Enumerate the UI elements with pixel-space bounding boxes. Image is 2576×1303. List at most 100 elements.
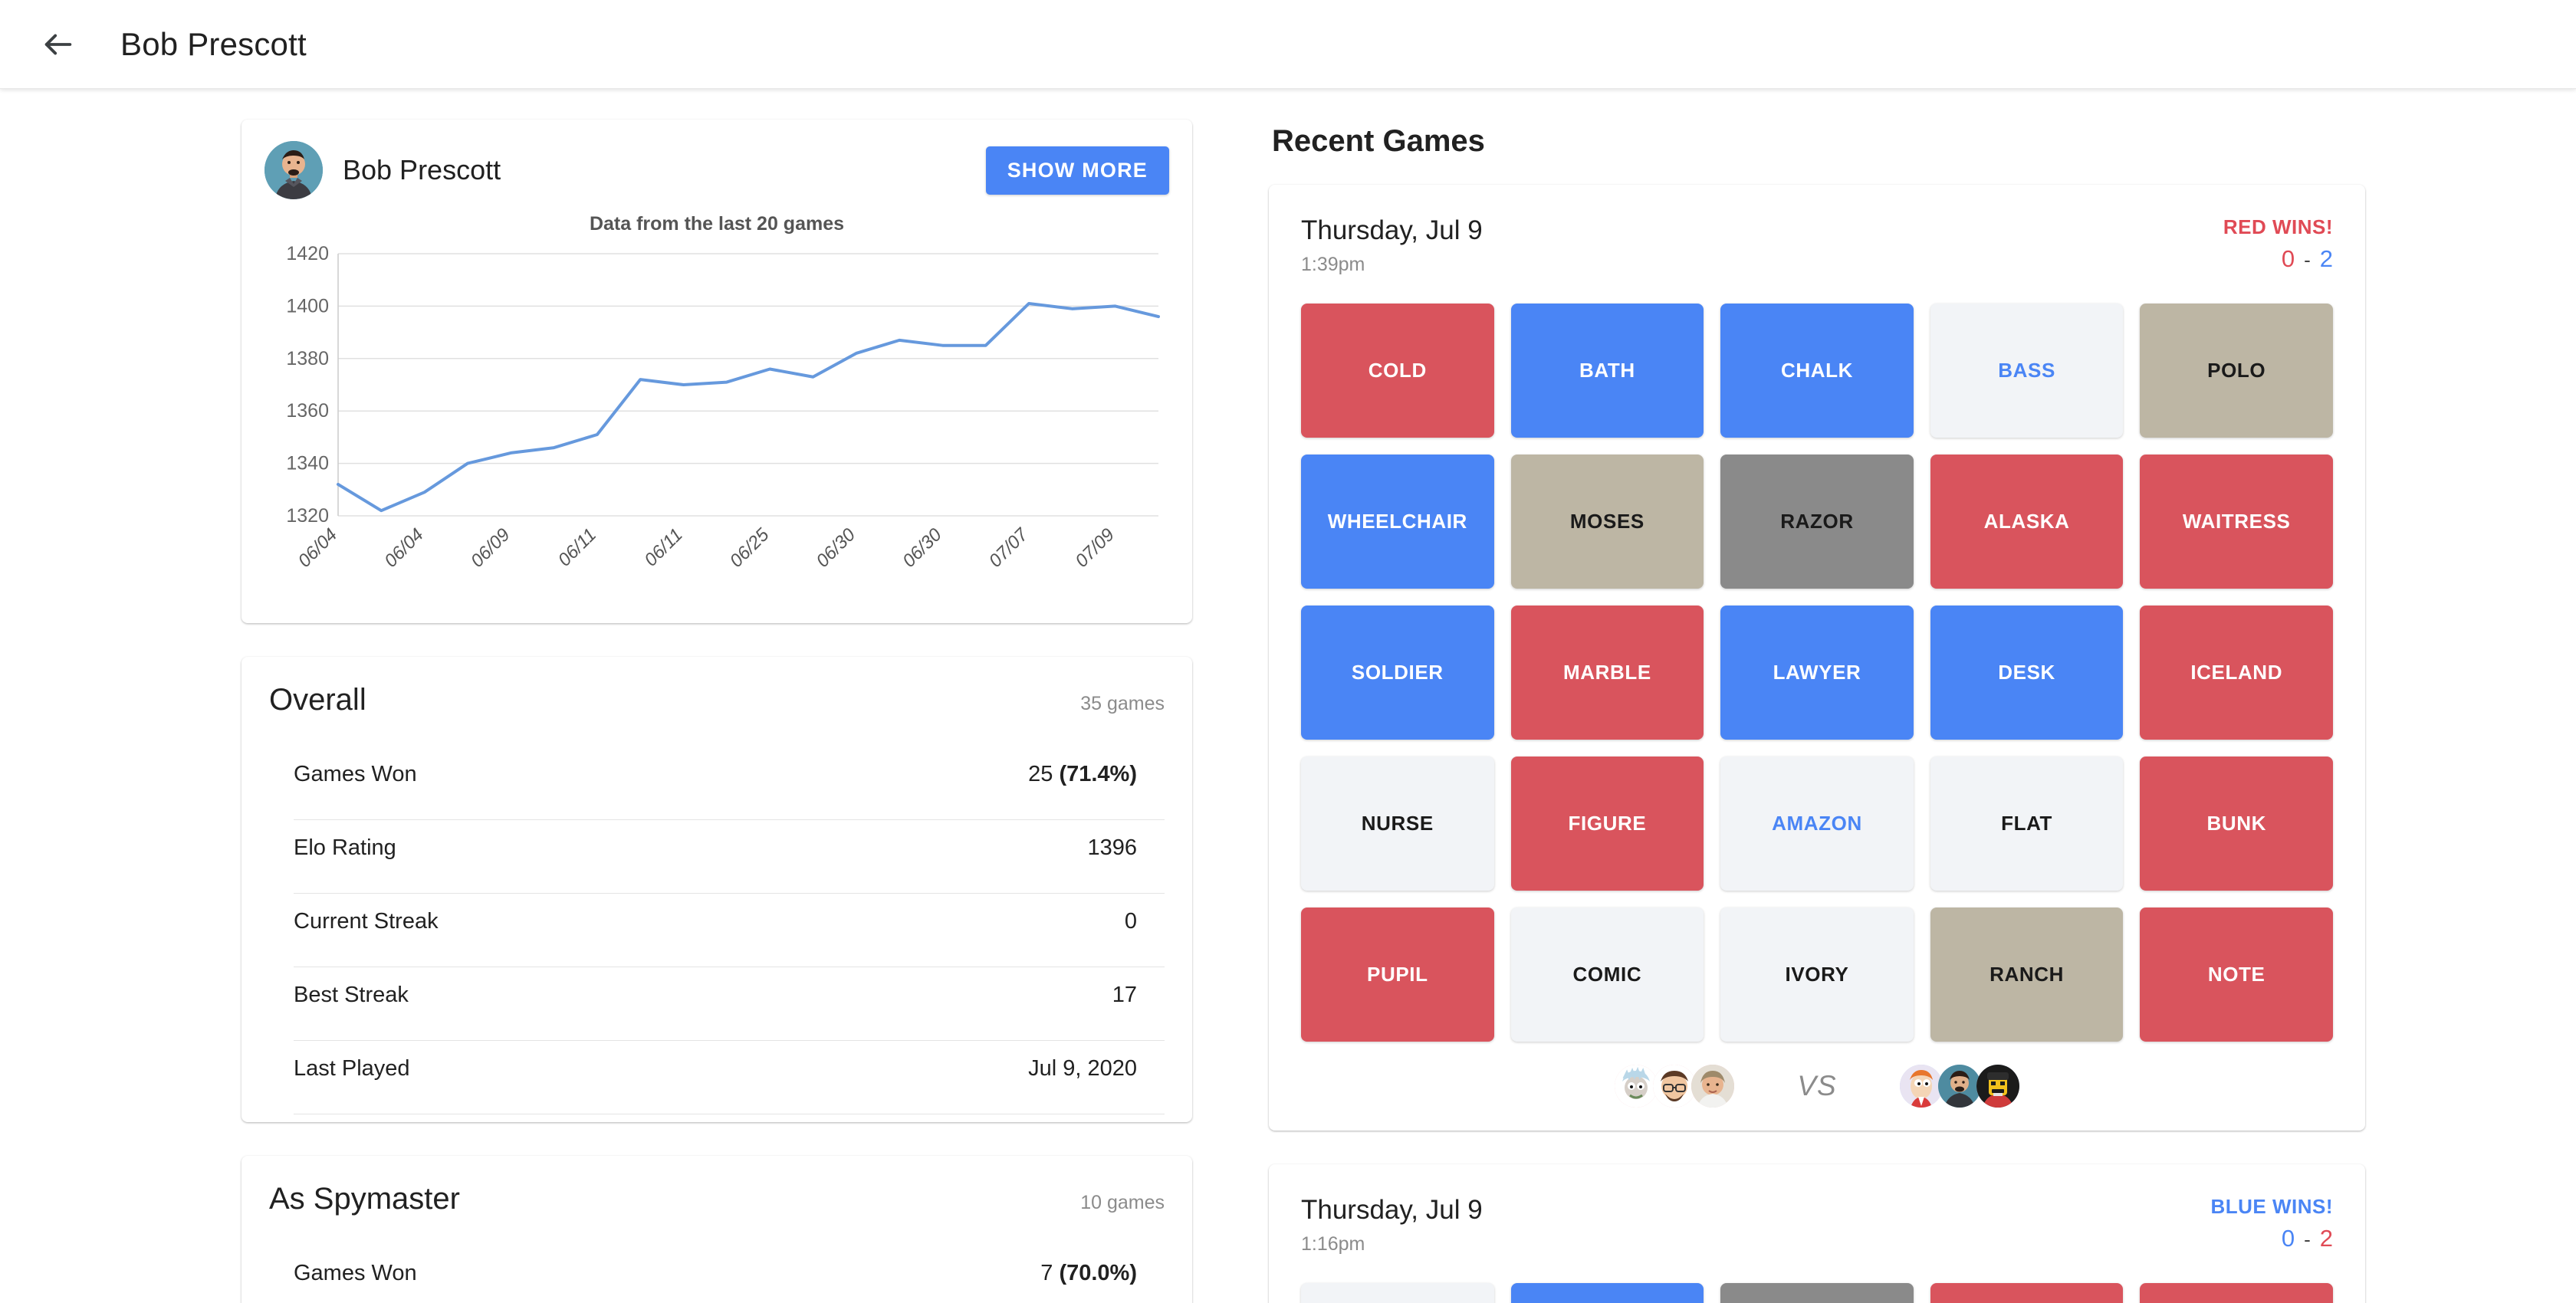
- word-tile[interactable]: AMAZON: [1720, 757, 1914, 891]
- svg-text:1400: 1400: [286, 295, 329, 317]
- word-tile[interactable]: RANCH: [1930, 908, 2124, 1042]
- avatar-woman[interactable]: [1691, 1065, 1735, 1108]
- svg-text:07/09: 07/09: [1071, 524, 1119, 572]
- svg-text:1340: 1340: [286, 453, 329, 474]
- word-tile[interactable]: COMIC: [1510, 908, 1704, 1042]
- game-board: COLD BATH CHALK BASS POLO WHEELCHAIR MOSES RAZO…: [1301, 304, 2333, 1042]
- word-tile[interactable]: BATH: [1510, 304, 1704, 438]
- svg-text:1380: 1380: [286, 348, 329, 369]
- stat-row: Best Streak 17: [294, 967, 1165, 1041]
- page-title: Bob Prescott: [120, 25, 307, 62]
- left-column: Bob Prescott SHOW MORE Data from the las…: [242, 120, 1192, 1303]
- stat-label: Elo Rating: [294, 835, 396, 860]
- word-tile[interactable]: NURSE: [1301, 757, 1494, 891]
- arrow-left-icon: [41, 27, 76, 62]
- elo-line-chart: 1320 1340 1360 1380 1400 1420 06/04 06/04 06/09 0…: [264, 246, 1169, 606]
- game-date: Thursday, Jul 9: [1301, 215, 1483, 245]
- word-tile[interactable]: SOLDIER: [1301, 606, 1494, 740]
- word-tile[interactable]: IVORY: [1720, 908, 1914, 1042]
- stat-value: Jul 9, 2020: [1028, 1056, 1137, 1081]
- game-result: BLUE WINS! 0-2: [2210, 1195, 2333, 1252]
- word-tile[interactable]: PUPIL: [1301, 908, 1494, 1042]
- back-button[interactable]: [31, 17, 86, 72]
- svg-text:06/04: 06/04: [294, 524, 342, 572]
- word-tile[interactable]: NOTE: [2140, 908, 2333, 1042]
- avatar-fry[interactable]: [1899, 1065, 1943, 1108]
- word-tile[interactable]: BUNK: [2140, 757, 2333, 891]
- game-datetime: Thursday, Jul 9 1:39pm: [1301, 215, 1483, 276]
- word-tile[interactable]: FIGURE: [1510, 757, 1704, 891]
- word-tile[interactable]: MARBLE: [1510, 606, 1704, 740]
- word-tile[interactable]: COLD: [1301, 304, 1494, 438]
- score-left: 0: [2281, 245, 2295, 272]
- team-blue: [1899, 1065, 2019, 1108]
- svg-text:06/04: 06/04: [380, 524, 428, 572]
- word-tile[interactable]: RAZOR: [1720, 455, 1914, 589]
- word-tile[interactable]: DESK: [1930, 606, 2124, 740]
- game-card[interactable]: Thursday, Jul 9 1:16pm BLUE WINS! 0-2: [1269, 1164, 2365, 1303]
- word-tile[interactable]: [1930, 1283, 2124, 1303]
- score-separator: -: [2304, 248, 2311, 271]
- avatar-man-teal[interactable]: [1937, 1065, 1981, 1108]
- spymaster-stats-header: As Spymaster 10 games: [269, 1182, 1165, 1219]
- app-bar: Bob Prescott: [0, 0, 2576, 89]
- avatar-rick[interactable]: [1615, 1065, 1658, 1108]
- stat-value: 7 (70.0%): [1040, 1261, 1137, 1285]
- vs-label: VS: [1797, 1070, 1837, 1101]
- stat-label: Games Won: [294, 1261, 417, 1285]
- word-tile[interactable]: ALASKA: [1930, 455, 2124, 589]
- word-tile[interactable]: ICELAND: [2140, 606, 2333, 740]
- profile-header: Bob Prescott SHOW MORE: [264, 141, 1169, 199]
- stat-value: 25 (71.4%): [1028, 762, 1137, 786]
- game-card-header: Thursday, Jul 9 1:39pm RED WINS! 0-2: [1301, 215, 2333, 276]
- spymaster-games-count: 10 games: [1080, 1192, 1165, 1213]
- score-right: 2: [2319, 245, 2333, 272]
- page-body: Bob Prescott SHOW MORE Data from the las…: [0, 89, 2576, 1303]
- stat-row: Games Won 7 (70.0%): [294, 1246, 1165, 1303]
- svg-text:06/11: 06/11: [554, 524, 600, 570]
- game-card[interactable]: Thursday, Jul 9 1:39pm RED WINS! 0-2 COLD BAT…: [1269, 185, 2365, 1131]
- word-tile[interactable]: FLAT: [1930, 757, 2124, 891]
- spymaster-stats-card: As Spymaster 10 games Games Won 7 (70.0%): [242, 1156, 1192, 1303]
- stat-row: Last Played Jul 9, 2020: [294, 1041, 1165, 1114]
- svg-text:07/07: 07/07: [985, 523, 1033, 572]
- word-tile[interactable]: [1301, 1283, 1494, 1303]
- stat-value: 0: [1124, 909, 1137, 934]
- game-date: Thursday, Jul 9: [1301, 1195, 1483, 1225]
- avatar-lego-man[interactable]: [1976, 1065, 2019, 1108]
- teams-row: VS: [1301, 1065, 2333, 1108]
- word-tile[interactable]: MOSES: [1510, 455, 1704, 589]
- score-left: 0: [2281, 1225, 2295, 1252]
- score-separator: -: [2304, 1228, 2311, 1251]
- word-tile[interactable]: WAITRESS: [2140, 455, 2333, 589]
- overall-stats-rows: Games Won 25 (71.4%) Elo Rating 1396 Current…: [269, 747, 1165, 1114]
- avatar-bearded-man[interactable]: [1653, 1065, 1697, 1108]
- svg-text:06/11: 06/11: [640, 524, 686, 570]
- word-tile[interactable]: WHEELCHAIR: [1301, 455, 1494, 589]
- right-column: Recent Games Thursday, Jul 9 1:39pm RED WI…: [1269, 120, 2365, 1303]
- svg-text:06/09: 06/09: [467, 524, 514, 572]
- game-time: 1:16pm: [1301, 1233, 1365, 1255]
- word-tile[interactable]: CHALK: [1720, 304, 1914, 438]
- game-time: 1:39pm: [1301, 254, 1365, 275]
- word-tile[interactable]: [1720, 1283, 1914, 1303]
- stat-row: Elo Rating 1396: [294, 820, 1165, 894]
- stat-label: Last Played: [294, 1056, 410, 1081]
- stat-value: 17: [1112, 983, 1137, 1007]
- overall-stats-card: Overall 35 games Games Won 25 (71.4%) Elo …: [242, 657, 1192, 1122]
- stat-row: Games Won 25 (71.4%): [294, 747, 1165, 820]
- overall-title: Overall: [269, 683, 366, 717]
- overall-stats-header: Overall 35 games: [269, 683, 1165, 720]
- svg-text:1360: 1360: [286, 400, 329, 422]
- profile-name: Bob Prescott: [343, 154, 501, 185]
- word-tile[interactable]: LAWYER: [1720, 606, 1914, 740]
- word-tile[interactable]: [2140, 1283, 2333, 1303]
- word-tile[interactable]: POLO: [2140, 304, 2333, 438]
- stat-label: Current Streak: [294, 909, 439, 934]
- stat-row: Current Streak 0: [294, 894, 1165, 967]
- game-card-header: Thursday, Jul 9 1:16pm BLUE WINS! 0-2: [1301, 1195, 2333, 1255]
- word-tile[interactable]: [1510, 1283, 1704, 1303]
- word-tile[interactable]: BASS: [1930, 304, 2124, 438]
- spymaster-title: As Spymaster: [269, 1182, 460, 1216]
- show-more-button[interactable]: SHOW MORE: [985, 146, 1169, 195]
